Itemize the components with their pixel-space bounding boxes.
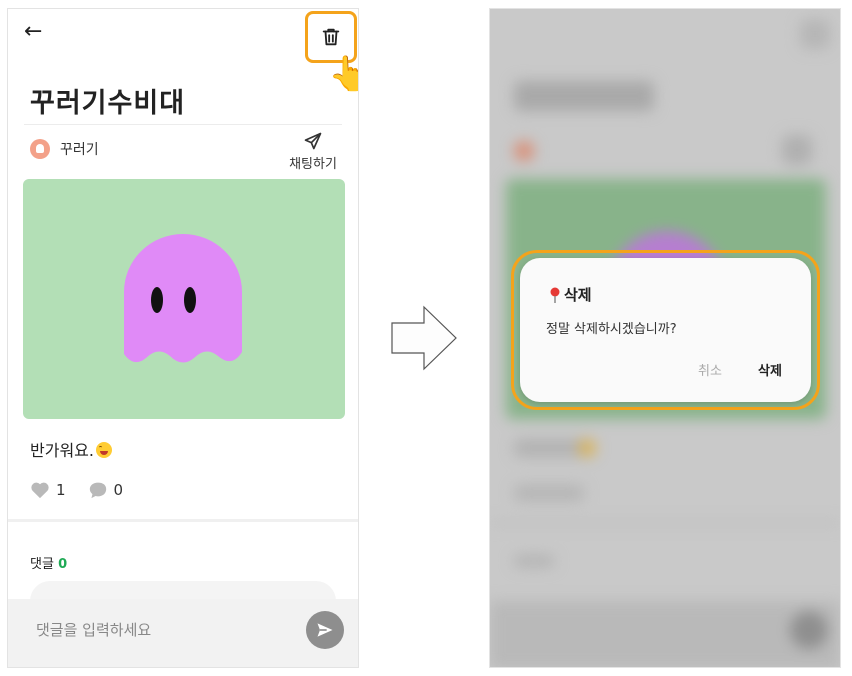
dialog-title-text: 삭제: [564, 286, 592, 304]
dialog-message: 정말 삭제하시겠습니까?: [546, 322, 677, 337]
avatar: [30, 139, 50, 159]
comment-count: 0: [113, 481, 124, 499]
trash-icon: [322, 28, 340, 46]
comment-input-bar: 댓글을 입력하세요: [8, 599, 358, 667]
confirm-delete-button[interactable]: 삭제: [758, 360, 782, 379]
chat-button[interactable]: 채팅하기: [283, 131, 343, 172]
send-button[interactable]: [306, 611, 344, 649]
author-name: 꾸러기: [60, 142, 99, 158]
comments-header: 댓글 0: [30, 553, 67, 572]
cancel-button[interactable]: 취소: [698, 360, 722, 379]
comments-label: 댓글: [30, 557, 54, 572]
comment-input[interactable]: 댓글을 입력하세요: [36, 619, 151, 640]
post-detail-screen: ← 👆 꾸러기수비대 꾸러기 채팅하기 반가워요. 1 0 댓글: [7, 8, 359, 668]
section-divider: [8, 519, 358, 522]
back-arrow-icon[interactable]: ←: [24, 21, 42, 43]
send-arrow-icon: [317, 623, 333, 637]
post-title: 꾸러기수비대: [30, 88, 186, 119]
post-image: [23, 179, 345, 419]
send-plane-icon: [304, 132, 322, 150]
chat-label: 채팅하기: [289, 157, 337, 172]
delete-dialog: 삭제 정말 삭제하시겠습니까? 취소 삭제: [520, 258, 811, 402]
like-count: 1: [56, 481, 66, 499]
ghost-illustration: [124, 234, 242, 363]
pin-icon: [550, 287, 560, 303]
post-stats: 1 0: [30, 481, 123, 499]
caption-text: 반가워요.: [30, 441, 94, 460]
comment-bubble-icon[interactable]: [88, 481, 108, 499]
pointing-hand-icon: 👆: [328, 57, 358, 91]
heart-icon[interactable]: [30, 481, 50, 499]
author-row[interactable]: 꾸러기: [30, 139, 99, 159]
right-arrow-icon: [391, 305, 457, 371]
dialog-title: 삭제: [550, 284, 592, 305]
divider: [24, 124, 342, 125]
comments-total: 0: [58, 557, 68, 572]
post-caption: 반가워요.: [30, 437, 112, 461]
laughing-emoji-icon: [95, 442, 112, 458]
